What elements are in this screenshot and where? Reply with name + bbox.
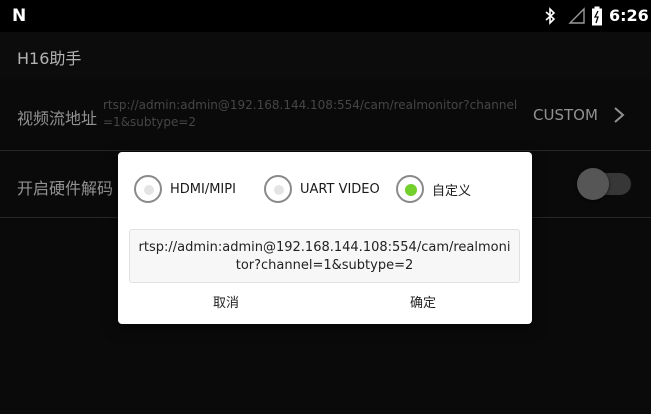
signal-icon <box>568 7 585 24</box>
radio-option-label: 自定义 <box>432 183 472 199</box>
radio-option-hdmi-mipi[interactable]: HDMI/MIPI <box>134 173 236 205</box>
bluetooth-icon <box>545 7 556 25</box>
radio-button[interactable] <box>264 175 292 203</box>
radio-button-checked[interactable] <box>396 175 424 203</box>
battery-icon <box>592 6 602 26</box>
status-bar: N 6:26 <box>0 0 651 32</box>
cancel-button[interactable]: 取消 <box>166 287 286 321</box>
radio-option-label: HDMI/MIPI <box>170 181 236 197</box>
radio-option-uart-video[interactable]: UART VIDEO <box>264 173 380 205</box>
confirm-button[interactable]: 确定 <box>363 287 483 321</box>
n-logo-icon: N <box>12 6 27 26</box>
radio-button[interactable] <box>134 175 162 203</box>
radio-option-label: UART VIDEO <box>300 181 380 197</box>
source-select-dialog: HDMI/MIPI UART VIDEO 自定义 rtsp://admin:ad… <box>118 152 532 324</box>
radio-option-custom[interactable]: 自定义 <box>396 173 471 205</box>
stream-url-input[interactable]: rtsp://admin:admin@192.168.144.108:554/c… <box>129 229 520 283</box>
clock: 6:26 <box>609 6 649 25</box>
